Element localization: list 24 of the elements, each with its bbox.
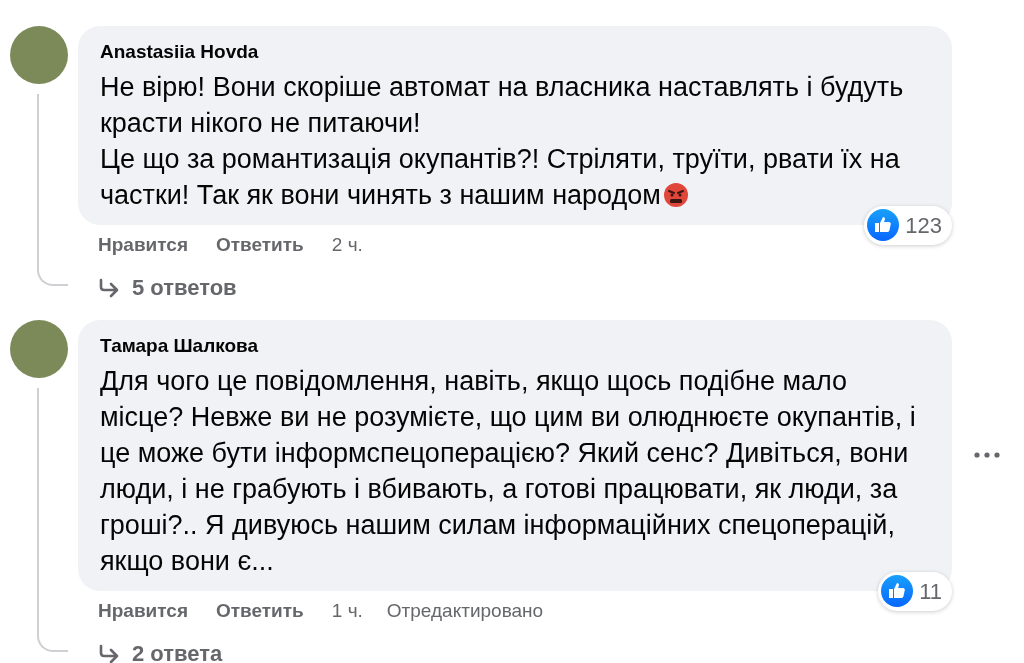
author-name[interactable]: Anastasiia Hovda — [100, 38, 932, 67]
reply-arrow-icon — [98, 643, 120, 663]
reply-link[interactable]: Ответить — [215, 596, 304, 625]
avatar-photo-placeholder[interactable] — [10, 26, 68, 84]
reaction-pill[interactable]: 11 — [878, 571, 952, 611]
reaction-pill[interactable]: 123 — [864, 205, 952, 245]
view-replies-link[interactable]: 2 ответа — [78, 637, 1000, 663]
reply-link[interactable]: Ответить — [215, 230, 304, 259]
like-link[interactable]: Нравится — [98, 230, 188, 259]
view-replies-link[interactable]: 5 ответов — [78, 271, 1000, 304]
reaction-count: 11 — [919, 577, 942, 606]
more-options-button[interactable] — [974, 452, 1000, 459]
angry-face-emoji-icon — [662, 181, 689, 208]
avatar-photo-placeholder[interactable] — [10, 320, 68, 378]
edited-label: Отредактировано — [386, 598, 544, 623]
reply-arrow-icon — [98, 277, 120, 298]
reaction-count: 123 — [905, 211, 942, 240]
comment-text: Не вірю! Вони скоріше автомат на власника наставлять і будуть красти нікого не питаючи! — [100, 70, 905, 140]
thumbs-up-icon — [867, 209, 900, 241]
comment-time[interactable]: 2 ч. — [331, 230, 363, 259]
comment-time[interactable]: 1 ч. — [331, 596, 363, 625]
author-name[interactable]: Тамара Шалкова — [100, 332, 932, 361]
thumbs-up-icon — [881, 575, 914, 607]
like-link[interactable]: Нравится — [98, 596, 188, 625]
